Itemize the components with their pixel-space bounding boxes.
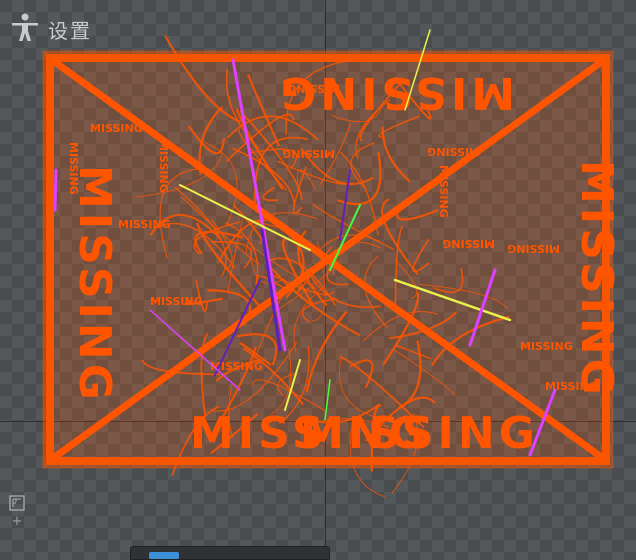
missing-texture-placeholder: MISSINGMISSING MISSINGMISSINGMISSINGMISSI… (42, 29, 622, 498)
missing-small-label: MISSING (150, 295, 203, 308)
settings-title[interactable]: 设置 (48, 15, 92, 44)
missing-small-label: MISSING (67, 142, 80, 195)
missing-small-label: MISSING (90, 122, 143, 135)
scene-viewport[interactable]: MISSING MISSING MISSING MISSING MISSING MISSI… (0, 0, 636, 560)
missing-label: MISSING (571, 160, 622, 399)
missing-small-label: MISSING (287, 82, 340, 95)
missing-label: MISSING (300, 408, 539, 459)
colored-spike (53, 168, 58, 212)
viewport-header: 设置 (10, 12, 92, 46)
person-pose-icon[interactable] (10, 12, 40, 46)
missing-small-label: MISSING (545, 380, 598, 393)
missing-small-label: MISSING (507, 242, 560, 255)
ruler-icon[interactable] (8, 494, 26, 512)
missing-small-label: MISSING (437, 165, 450, 218)
missing-label: MISSING (69, 165, 120, 404)
missing-small-label: MISSING (427, 145, 480, 158)
missing-small-label: MISSING (442, 237, 495, 250)
viewport-bottom-tools: + (8, 494, 28, 529)
missing-small-label: MISSING (520, 340, 573, 353)
zoom-plus-button[interactable]: + (8, 514, 26, 529)
